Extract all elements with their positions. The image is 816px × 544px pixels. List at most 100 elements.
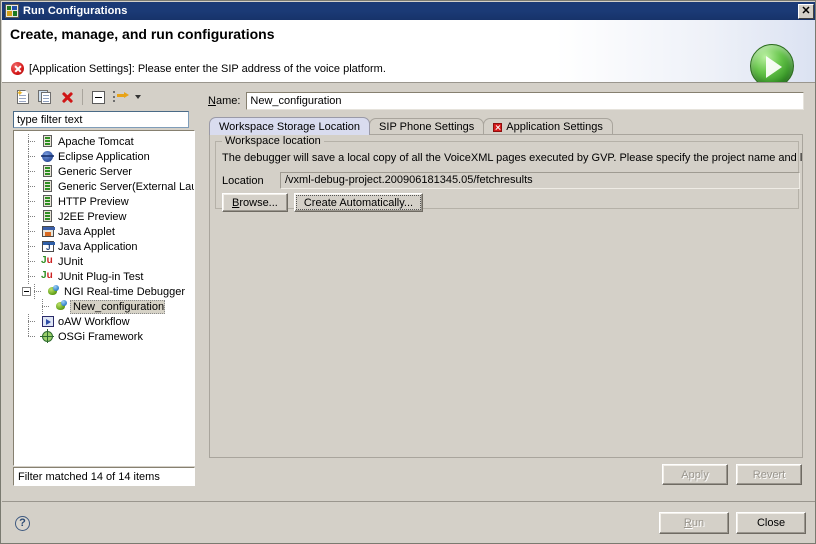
tree-connector: [26, 314, 40, 329]
tab-panel-workspace-storage-location: Workspace location The debugger will sav…: [209, 134, 803, 458]
tree-item-label: Generic Server(External Launch): [58, 180, 194, 193]
tree-item-ngi-real-time-debugger[interactable]: NGI Real-time Debugger: [14, 284, 194, 299]
group-legend: Workspace location: [222, 135, 324, 147]
tab-workspace-storage-location[interactable]: Workspace Storage Location: [209, 117, 371, 135]
configuration-editor: Name: New_configuration Workspace Storag…: [204, 84, 808, 498]
collapse-all-icon[interactable]: [88, 87, 108, 107]
tree-connector: [26, 329, 40, 344]
tree-item-label: JUnit Plug-in Test: [58, 270, 144, 283]
tree-connector: [26, 254, 40, 269]
tree-connector: [40, 299, 54, 314]
filter-icon[interactable]: [110, 87, 130, 107]
tree-connector: [26, 194, 40, 209]
tree-item-label: Generic Server: [58, 165, 132, 178]
configurations-panel: ✦ type filter text Apache Tomcat Eclipse…: [9, 84, 197, 498]
tab-label: Workspace Storage Location: [219, 120, 361, 133]
error-icon: [11, 62, 24, 75]
name-input[interactable]: New_configuration: [246, 92, 804, 110]
osgi-icon: [40, 329, 56, 344]
oaw-workflow-icon: [40, 314, 56, 329]
run-configurations-icon: [5, 4, 19, 18]
tree-item-label: oAW Workflow: [58, 315, 130, 328]
tree-connector: [26, 149, 40, 164]
close-button[interactable]: Close: [736, 512, 806, 534]
dialog-footer: ? Run Close: [2, 501, 815, 543]
tree-item-generic-server-external-launch[interactable]: Generic Server(External Launch): [14, 179, 194, 194]
create-automatically-button[interactable]: Create Automatically...: [293, 193, 424, 212]
close-icon[interactable]: ✕: [798, 3, 814, 19]
location-row: Location /vxml-debug-project.20090618134…: [222, 172, 800, 189]
dialog-header: Create, manage, and run configurations […: [2, 20, 815, 82]
tree-item-java-application[interactable]: Java Application: [14, 239, 194, 254]
tree-item-http-preview[interactable]: HTTP Preview: [14, 194, 194, 209]
apply-button[interactable]: Apply: [662, 464, 728, 485]
titlebar: Run Configurations ✕: [2, 2, 815, 20]
eclipse-icon: [40, 149, 56, 164]
tree-connector: [26, 209, 40, 224]
tree-item-junit-plugin-test[interactable]: Ju JUnit Plug-in Test: [14, 269, 194, 284]
location-buttons: Browse... Create Automatically...: [222, 193, 424, 212]
junit-plugin-icon: Ju: [41, 270, 53, 281]
tab-label: SIP Phone Settings: [379, 121, 475, 133]
tree-item-label: JUnit: [58, 255, 84, 268]
tree-connector: [26, 269, 40, 284]
apply-revert-row: Apply Revert: [662, 464, 802, 485]
filter-status: Filter matched 14 of 14 items: [13, 467, 195, 486]
tree-item-osgi-framework[interactable]: OSGi Framework: [14, 329, 194, 344]
tree-item-junit[interactable]: Ju JUnit: [14, 254, 194, 269]
tree-item-java-applet[interactable]: Java Applet: [14, 224, 194, 239]
run-button[interactable]: Run: [659, 512, 729, 534]
location-label: Location: [222, 174, 264, 187]
server-icon: [40, 164, 56, 179]
new-configuration-icon[interactable]: ✦: [13, 87, 33, 107]
tree-item-oaw-workflow[interactable]: oAW Workflow: [14, 314, 194, 329]
tree-item-eclipse-application[interactable]: Eclipse Application: [14, 149, 194, 164]
server-icon: [40, 194, 56, 209]
dialog-body: ✦ type filter text Apache Tomcat Eclipse…: [2, 83, 815, 501]
browse-button[interactable]: Browse...: [222, 193, 288, 212]
footer-divider: [2, 501, 815, 502]
configurations-tree[interactable]: Apache Tomcat Eclipse Application Generi…: [13, 130, 195, 466]
tree-connector: [26, 239, 40, 254]
tree-item-label: OSGi Framework: [58, 330, 143, 343]
error-icon: [493, 122, 503, 132]
location-input[interactable]: /vxml-debug-project.200906181345.05/fetc…: [280, 172, 800, 189]
tree-item-generic-server[interactable]: Generic Server: [14, 164, 194, 179]
java-application-icon: [40, 239, 56, 254]
window-title: Run Configurations: [23, 5, 128, 17]
page-title: Create, manage, and run configurations: [10, 26, 275, 42]
debugger-icon: [54, 299, 70, 314]
help-icon[interactable]: ?: [15, 516, 30, 531]
tree-item-label: HTTP Preview: [58, 195, 129, 208]
tab-strip: Workspace Storage Location SIP Phone Set…: [209, 117, 803, 135]
tab-application-settings[interactable]: Application Settings: [483, 118, 613, 135]
header-message-text: [Application Settings]: Please enter the…: [29, 62, 386, 75]
tab-sip-phone-settings[interactable]: SIP Phone Settings: [369, 118, 485, 135]
toolbar-separator: [82, 89, 83, 105]
server-icon: [40, 134, 56, 149]
name-label: Name:: [208, 95, 241, 107]
junit-icon: Ju: [41, 255, 53, 266]
workspace-location-group: Workspace location The debugger will sav…: [215, 135, 802, 212]
tree-item-new-configuration[interactable]: New_configuration: [14, 299, 194, 314]
tree-item-j2ee-preview[interactable]: J2EE Preview: [14, 209, 194, 224]
java-applet-icon: [40, 224, 56, 239]
debugger-icon: [46, 284, 62, 299]
revert-button[interactable]: Revert: [736, 464, 802, 485]
run-play-icon: [750, 44, 794, 82]
chevron-down-icon[interactable]: [132, 87, 144, 107]
tree-item-label: New_configuration: [70, 299, 166, 314]
duplicate-configuration-icon[interactable]: [35, 87, 55, 107]
tree-item-apache-tomcat[interactable]: Apache Tomcat: [14, 134, 194, 149]
run-configurations-dialog: Run Configurations ✕ Create, manage, and…: [0, 0, 816, 544]
expander-icon[interactable]: [22, 287, 31, 296]
search-input[interactable]: type filter text: [13, 111, 189, 128]
tree-connector: [32, 284, 46, 299]
header-message: [Application Settings]: Please enter the…: [11, 62, 386, 75]
group-description: The debugger will save a local copy of a…: [222, 152, 802, 164]
tree-item-label: NGI Real-time Debugger: [64, 285, 186, 298]
delete-configuration-icon[interactable]: [57, 87, 77, 107]
tree-connector: [26, 179, 40, 194]
server-icon: [40, 209, 56, 224]
tree-item-label: Eclipse Application: [58, 150, 150, 163]
